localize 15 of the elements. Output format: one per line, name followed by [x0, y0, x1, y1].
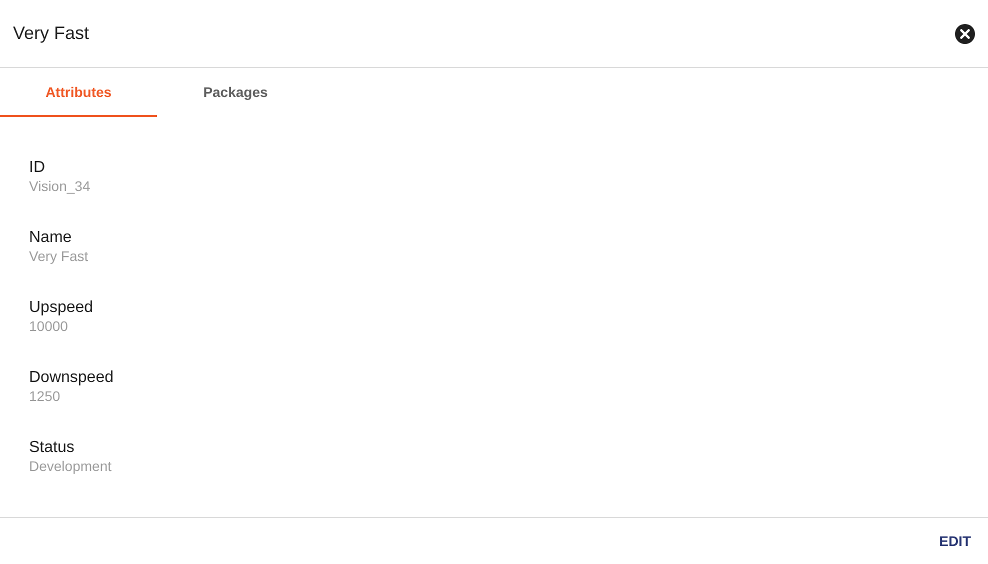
dialog-title: Very Fast: [13, 23, 90, 44]
edit-button[interactable]: EDIT: [939, 533, 971, 549]
field-value: 10000: [29, 317, 69, 335]
close-icon[interactable]: [955, 24, 975, 44]
field-label: Name: [29, 229, 73, 247]
field-label: Upspeed: [29, 299, 94, 317]
field-label: ID: [29, 159, 46, 177]
field-value: Very Fast: [29, 247, 90, 265]
tab[interactable]: Attributes: [0, 68, 157, 117]
field-value: 1250: [29, 387, 62, 405]
tab[interactable]: Packages: [157, 68, 314, 117]
field-label: Status: [29, 439, 76, 457]
field-value: Development: [29, 457, 112, 475]
field-label: Downspeed: [29, 369, 114, 387]
field-value: Vision_34: [29, 177, 92, 195]
